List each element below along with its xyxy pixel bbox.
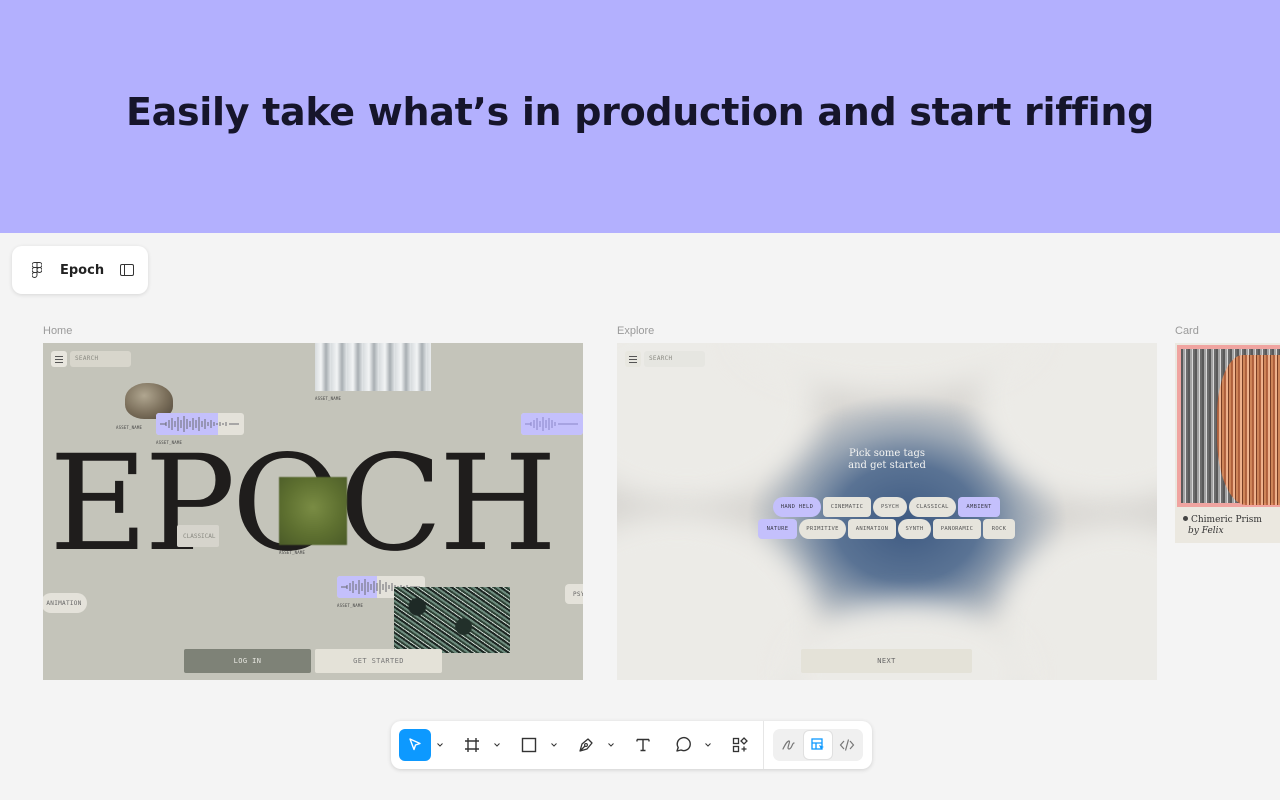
chevron-down-icon	[437, 743, 443, 747]
draw-icon	[782, 740, 795, 750]
moss-asset-image[interactable]	[279, 477, 347, 545]
file-name: Epoch	[60, 262, 105, 278]
frame-tool-button[interactable]	[456, 729, 488, 761]
frame-label-home[interactable]: Home	[43, 325, 72, 337]
next-button[interactable]: NEXT	[801, 649, 972, 673]
design-icon	[811, 738, 824, 750]
asset-label: ASSET_NAME	[337, 603, 364, 608]
draw-mode-button[interactable]	[775, 731, 803, 759]
frame-icon	[465, 738, 479, 752]
hero-banner: Easily take what’s in production and sta…	[0, 0, 1280, 233]
rectangle-icon	[521, 737, 537, 753]
pen-tool-dropdown[interactable]	[607, 742, 615, 748]
chip-classical[interactable]: CLASSICAL	[177, 525, 219, 547]
tag-cinematic[interactable]: CINEMATIC	[823, 497, 871, 517]
cursor-icon	[409, 738, 421, 751]
components-icon	[732, 737, 748, 753]
tag-classical[interactable]: CLASSICAL	[909, 497, 956, 517]
glass-asset-image[interactable]	[315, 343, 431, 391]
sidebar-toggle-icon[interactable]	[120, 264, 134, 276]
chip-animation[interactable]: ANIMATION	[43, 593, 87, 613]
get-started-button[interactable]: GET STARTED	[315, 649, 442, 673]
explore-prompt-line2: and get started	[848, 460, 926, 471]
menu-icon[interactable]	[51, 351, 67, 367]
text-tool-button[interactable]	[627, 729, 659, 761]
login-button[interactable]: LOG IN	[184, 649, 311, 673]
tag-nature[interactable]: NATURE	[758, 519, 797, 539]
card-artwork-image[interactable]	[1177, 345, 1280, 507]
pen-icon	[579, 738, 593, 752]
move-tool-button[interactable]	[399, 729, 431, 761]
bullet-icon	[1183, 516, 1188, 521]
design-mode-button[interactable]	[804, 731, 832, 759]
chevron-down-icon	[551, 743, 557, 747]
pen-tool-button[interactable]	[570, 729, 602, 761]
search-input[interactable]: SEARCH	[70, 351, 131, 367]
card-title-text: Chimeric Prism	[1191, 515, 1262, 525]
chevron-down-icon	[494, 743, 500, 747]
file-name-chip[interactable]: Epoch	[12, 246, 148, 294]
frame-tool-dropdown[interactable]	[493, 742, 501, 748]
explore-prompt: Pick some tags and get started	[817, 448, 957, 472]
figma-logo-icon[interactable]	[32, 262, 42, 278]
text-icon	[636, 738, 650, 752]
card-title: Chimeric Prism	[1183, 515, 1262, 525]
tag-psych[interactable]: PSYCH	[873, 497, 907, 517]
tag-primitive[interactable]: PRIMITIVE	[799, 519, 846, 539]
frame-label-explore[interactable]: Explore	[617, 325, 654, 337]
frame-card[interactable]: Chimeric Prism by Felix	[1175, 343, 1280, 543]
chip-psych[interactable]: PSY	[565, 584, 583, 604]
frame-explore[interactable]: SEARCH Pick some tags and get started HA…	[617, 343, 1157, 680]
explore-prompt-line1: Pick some tags	[848, 448, 925, 459]
tag-panoramic[interactable]: PANORAMIC	[933, 519, 981, 539]
frame-label-card[interactable]: Card	[1175, 325, 1199, 337]
frame-home[interactable]: SEARCH ASSET_NAME ASSET_NAME ASSET_NAME …	[43, 343, 583, 680]
toolbar-divider	[763, 721, 764, 769]
search-input[interactable]: SEARCH	[644, 351, 705, 367]
menu-icon[interactable]	[625, 351, 641, 367]
code-icon	[839, 739, 855, 751]
hero-headline: Easily take what’s in production and sta…	[125, 89, 1155, 134]
comment-tool-button[interactable]	[667, 729, 699, 761]
chevron-down-icon	[705, 743, 711, 747]
move-tool-dropdown[interactable]	[436, 742, 444, 748]
tag-rock[interactable]: ROCK	[983, 519, 1015, 539]
mode-switcher	[773, 729, 863, 761]
comment-icon	[676, 736, 691, 752]
tag-synth[interactable]: SYNTH	[898, 519, 931, 539]
card-byline: by Felix	[1188, 526, 1224, 536]
foliage-asset-image[interactable]	[394, 587, 510, 653]
bottom-toolbar	[391, 721, 872, 769]
dev-mode-button[interactable]	[833, 731, 861, 759]
shape-tool-button[interactable]	[513, 729, 545, 761]
actions-tool-button[interactable]	[724, 729, 756, 761]
tag-ambient[interactable]: AMBIENT	[958, 497, 1000, 517]
tag-hand-held[interactable]: HAND HELD	[773, 497, 821, 517]
shape-tool-dropdown[interactable]	[550, 742, 558, 748]
asset-label: ASSET_NAME	[315, 396, 342, 401]
asset-label: ASSET_NAME	[279, 550, 306, 555]
comment-tool-dropdown[interactable]	[704, 742, 712, 748]
chevron-down-icon	[608, 743, 614, 747]
tag-animation[interactable]: ANIMATION	[848, 519, 896, 539]
